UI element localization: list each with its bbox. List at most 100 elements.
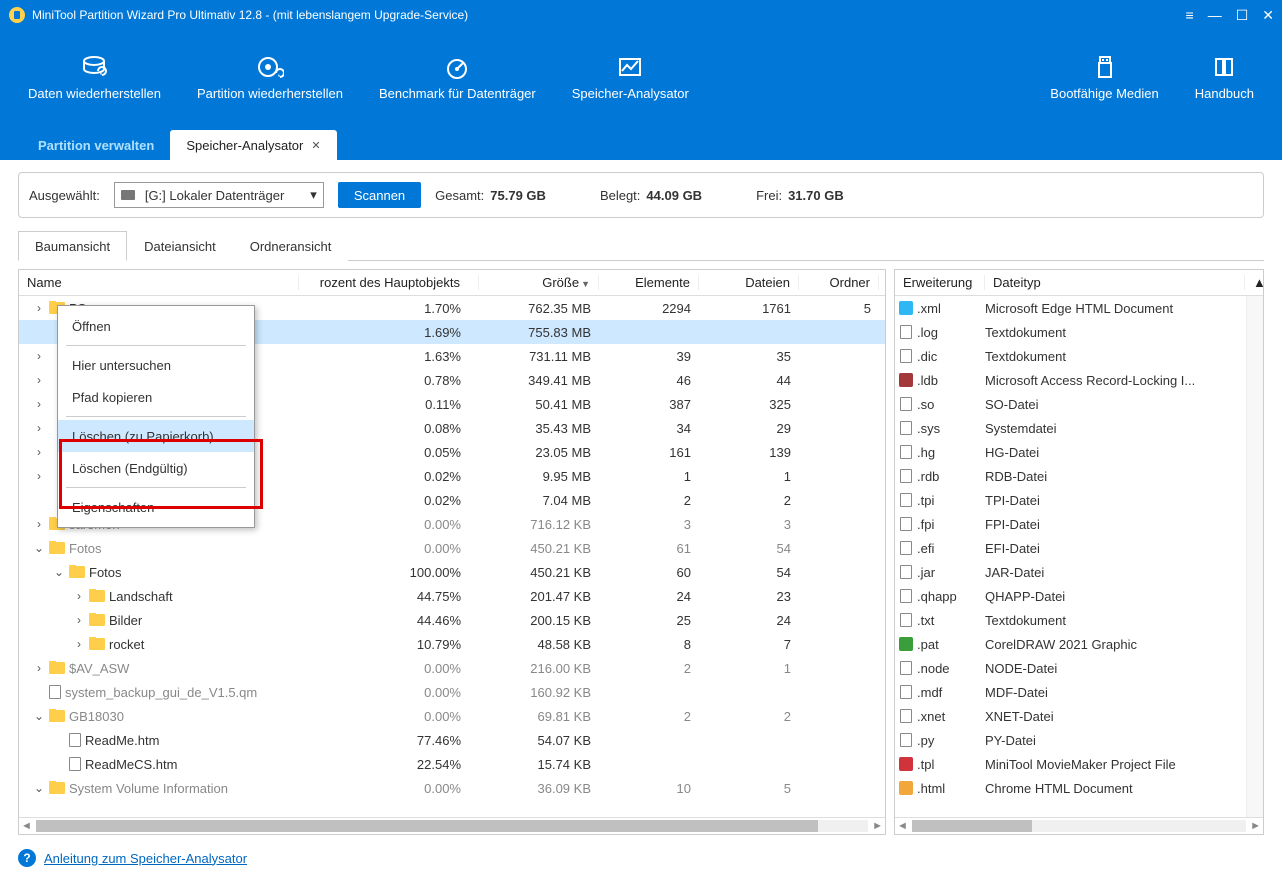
tree-row[interactable]: ›Bilder44.46%200.15 KB2524 xyxy=(19,608,885,632)
ext-row[interactable]: .soSO-Datei xyxy=(895,392,1246,416)
tree-row[interactable]: ⌄Fotos100.00%450.21 KB6054 xyxy=(19,560,885,584)
expand-icon[interactable]: ⌄ xyxy=(33,541,45,555)
tree-row[interactable]: ›Landschaft44.75%201.47 KB2423 xyxy=(19,584,885,608)
ext-hscroll[interactable]: ◄► xyxy=(895,817,1263,834)
tree-row[interactable]: ›rocket10.79%48.58 KB87 xyxy=(19,632,885,656)
ext-row[interactable]: .pyPY-Datei xyxy=(895,728,1246,752)
col-percent[interactable]: rozent des Hauptobjekts xyxy=(299,275,479,290)
tab-fileview[interactable]: Dateiansicht xyxy=(127,231,233,261)
expand-icon[interactable]: › xyxy=(33,469,45,483)
ctx-inspect[interactable]: Hier untersuchen xyxy=(58,349,254,381)
ext-row[interactable]: .qhappQHAPP-Datei xyxy=(895,584,1246,608)
ext-row[interactable]: .mdfMDF-Datei xyxy=(895,680,1246,704)
expand-icon[interactable]: › xyxy=(33,301,45,315)
help-icon[interactable]: ? xyxy=(18,849,36,867)
expand-icon[interactable]: › xyxy=(33,517,45,531)
col-files[interactable]: Dateien xyxy=(699,275,799,290)
tree-row[interactable]: ⌄System Volume Information0.00%36.09 KB1… xyxy=(19,776,885,800)
tree-row[interactable]: system_backup_gui_de_V1.5.qm0.00%160.92 … xyxy=(19,680,885,704)
extension-panel: Erweiterung Dateityp ▲ .xmlMicrosoft Edg… xyxy=(894,269,1264,835)
file-icon xyxy=(900,565,912,579)
handbook-button[interactable]: Handbuch xyxy=(1177,54,1272,101)
bootable-media-button[interactable]: Bootfähige Medien xyxy=(1032,54,1176,101)
recover-partition-label: Partition wiederherstellen xyxy=(197,86,343,101)
ctx-copy-path[interactable]: Pfad kopieren xyxy=(58,381,254,413)
col-size[interactable]: Größe▼ xyxy=(479,275,599,290)
ext-type: RDB-Datei xyxy=(985,469,1246,484)
folder-icon xyxy=(49,782,65,794)
col-extension[interactable]: Erweiterung xyxy=(895,275,985,290)
ext-rows: .xmlMicrosoft Edge HTML Document.logText… xyxy=(895,296,1263,817)
help-link[interactable]: Anleitung zum Speicher-Analysator xyxy=(44,851,247,866)
minimize-icon[interactable]: — xyxy=(1208,7,1222,24)
expand-icon[interactable]: › xyxy=(33,445,45,459)
ext-vscroll[interactable] xyxy=(1246,296,1263,817)
analyzer-label: Speicher-Analysator xyxy=(572,86,689,101)
col-name[interactable]: Name xyxy=(19,275,299,290)
tree-row[interactable]: ⌄Fotos0.00%450.21 KB6154 xyxy=(19,536,885,560)
close-icon[interactable]: ✕ xyxy=(1262,7,1274,24)
tab-partition-manage[interactable]: Partition verwalten xyxy=(22,130,170,160)
ext-row[interactable]: .hgHG-Datei xyxy=(895,440,1246,464)
expand-icon[interactable]: ⌄ xyxy=(33,709,45,723)
expand-icon[interactable]: › xyxy=(73,613,85,627)
tree-row[interactable]: ReadMeCS.htm22.54%15.74 KB xyxy=(19,752,885,776)
recover-data-button[interactable]: Daten wiederherstellen xyxy=(10,54,179,101)
view-tabs: Baumansicht Dateiansicht Ordneransicht xyxy=(18,230,1264,261)
ext-row[interactable]: .xmlMicrosoft Edge HTML Document xyxy=(895,296,1246,320)
ext-row[interactable]: .tplMiniTool MovieMaker Project File xyxy=(895,752,1246,776)
expand-icon[interactable]: ⌄ xyxy=(33,781,45,795)
ext-type: JAR-Datei xyxy=(985,565,1246,580)
ext-row[interactable]: .tpiTPI-Datei xyxy=(895,488,1246,512)
expand-icon[interactable]: › xyxy=(73,637,85,651)
expand-icon[interactable]: ⌄ xyxy=(53,565,65,579)
ctx-properties[interactable]: Eigenschaften xyxy=(58,491,254,523)
expand-icon[interactable]: › xyxy=(33,421,45,435)
expand-icon[interactable]: › xyxy=(33,397,45,411)
ext-row[interactable]: .dicTextdokument xyxy=(895,344,1246,368)
recover-partition-button[interactable]: Partition wiederherstellen xyxy=(179,54,361,101)
scan-button[interactable]: Scannen xyxy=(338,182,421,208)
menu-icon[interactable]: ≡ xyxy=(1186,7,1194,24)
folder-icon xyxy=(49,710,65,722)
row-files: 7 xyxy=(699,637,799,652)
row-files: 2 xyxy=(699,493,799,508)
maximize-icon[interactable]: ☐ xyxy=(1236,7,1249,24)
folder-icon xyxy=(69,566,85,578)
col-folders[interactable]: Ordner xyxy=(799,275,879,290)
ctx-open[interactable]: Öffnen xyxy=(58,310,254,342)
col-filetype[interactable]: Dateityp xyxy=(985,275,1245,290)
ext-row[interactable]: .ldbMicrosoft Access Record-Locking I... xyxy=(895,368,1246,392)
ext-row[interactable]: .patCorelDRAW 2021 Graphic xyxy=(895,632,1246,656)
col-elements[interactable]: Elemente xyxy=(599,275,699,290)
ext-row[interactable]: .rdbRDB-Datei xyxy=(895,464,1246,488)
tree-row[interactable]: ⌄GB180300.00%69.81 KB22 xyxy=(19,704,885,728)
ext-row[interactable]: .txtTextdokument xyxy=(895,608,1246,632)
tab-treeview[interactable]: Baumansicht xyxy=(18,231,127,261)
tree-hscroll[interactable]: ◄► xyxy=(19,817,885,834)
tab-folderview[interactable]: Ordneransicht xyxy=(233,231,349,261)
analyzer-button[interactable]: Speicher-Analysator xyxy=(554,54,707,101)
tree-row[interactable]: ›$AV_ASW0.00%216.00 KB21 xyxy=(19,656,885,680)
ext-row[interactable]: .nodeNODE-Datei xyxy=(895,656,1246,680)
ext-row[interactable]: .htmlChrome HTML Document xyxy=(895,776,1246,800)
ext-row[interactable]: .logTextdokument xyxy=(895,320,1246,344)
ctx-delete-recycle[interactable]: Löschen (zu Papierkorb) xyxy=(58,420,254,452)
ext-row[interactable]: .xnetXNET-Datei xyxy=(895,704,1246,728)
tree-row[interactable]: ReadMe.htm77.46%54.07 KB xyxy=(19,728,885,752)
benchmark-button[interactable]: Benchmark für Datenträger xyxy=(361,54,554,101)
tab-analyzer[interactable]: Speicher-Analysator ✕ xyxy=(170,130,336,160)
expand-icon[interactable]: › xyxy=(73,589,85,603)
expand-icon[interactable]: › xyxy=(33,661,45,675)
expand-icon[interactable]: › xyxy=(33,373,45,387)
ext-row[interactable]: .sysSystemdatei xyxy=(895,416,1246,440)
drive-select[interactable]: [G:] Lokaler Datenträger ▾ xyxy=(114,182,324,208)
ext-row[interactable]: .fpiFPI-Datei xyxy=(895,512,1246,536)
ext-row[interactable]: .jarJAR-Datei xyxy=(895,560,1246,584)
ext-row[interactable]: .efiEFI-Datei xyxy=(895,536,1246,560)
ext-type: EFI-Datei xyxy=(985,541,1246,556)
expand-icon[interactable]: › xyxy=(33,349,45,363)
tab-close-icon[interactable]: ✕ xyxy=(311,139,320,152)
ctx-delete-permanent[interactable]: Löschen (Endgültig) xyxy=(58,452,254,484)
row-pct: 100.00% xyxy=(299,565,479,580)
